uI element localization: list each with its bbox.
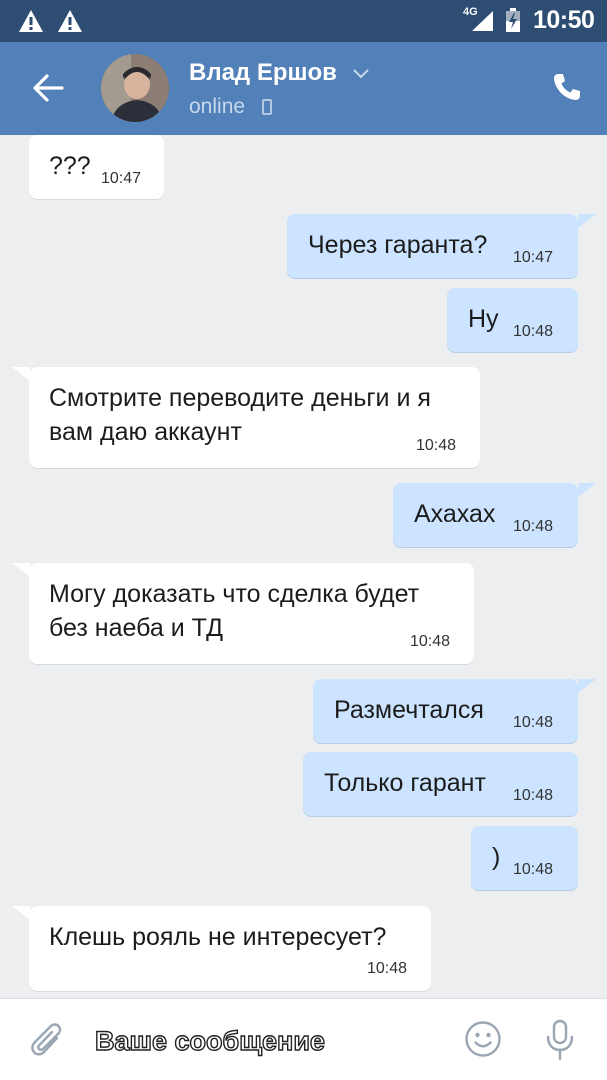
- message-incoming[interactable]: Могу доказать что сделка будет без наеба…: [29, 563, 474, 664]
- message-text: Через гаранта?: [308, 231, 488, 259]
- message-outgoing[interactable]: Ахахах 10:48: [393, 483, 578, 547]
- bubble-tail: [12, 906, 30, 920]
- message-time: 10:48: [513, 861, 554, 878]
- message-outgoing[interactable]: Через гаранта? 10:47: [287, 214, 578, 278]
- chat-header: Влад Ершов online: [0, 42, 607, 135]
- message-time: 10:48: [416, 437, 457, 454]
- status-time: 10:50: [533, 6, 595, 34]
- bubble-tail: [578, 214, 596, 228]
- message-text: Клешь рояль не интересует?: [49, 923, 387, 951]
- message-text: Смотрите переводите деньги и я вам даю а…: [49, 384, 431, 446]
- message-time: 10:48: [367, 960, 408, 977]
- contact-name[interactable]: Влад Ершов: [189, 59, 337, 87]
- back-arrow-icon[interactable]: [28, 70, 68, 106]
- phone-call-icon[interactable]: [551, 71, 583, 103]
- message-text: Только гарант: [324, 769, 486, 797]
- message-text: ): [492, 843, 501, 871]
- message-time: 10:48: [513, 787, 554, 804]
- message-incoming[interactable]: Смотрите переводите деньги и я вам даю а…: [29, 367, 480, 468]
- status-bar: 4G 10:50: [0, 0, 607, 42]
- emoji-icon[interactable]: [464, 1020, 502, 1058]
- message-outgoing[interactable]: ) 10:48: [471, 826, 578, 890]
- signal-icon: [472, 11, 493, 31]
- message-incoming[interactable]: ??? 10:47: [29, 135, 164, 199]
- message-outgoing[interactable]: Только гарант 10:48: [303, 752, 578, 816]
- bubble-tail: [578, 483, 596, 497]
- message-time: 10:48: [513, 518, 554, 535]
- online-status: online: [189, 95, 246, 118]
- message-input[interactable]: [95, 1023, 425, 1059]
- message-outgoing[interactable]: Ну 10:48: [447, 288, 578, 352]
- message-list[interactable]: ??? 10:47 Через гаранта? 10:47 Ну 10:48 …: [0, 135, 607, 998]
- message-incoming[interactable]: Клешь рояль не интересует? 10:48: [29, 906, 431, 991]
- message-time: 10:48: [410, 633, 451, 650]
- avatar[interactable]: [101, 54, 169, 122]
- message-composer: [0, 998, 607, 1080]
- mobile-device-icon: [262, 99, 272, 115]
- microphone-icon[interactable]: [543, 1019, 577, 1061]
- message-text: Могу доказать что сделка будет без наеба…: [49, 580, 420, 642]
- bubble-tail: [578, 679, 596, 693]
- message-time: 10:48: [513, 714, 554, 731]
- warning-icon: [19, 10, 43, 32]
- message-text: Ну: [468, 305, 499, 333]
- message-time: 10:48: [513, 323, 554, 340]
- message-outgoing[interactable]: Размечтался 10:48: [313, 679, 578, 743]
- warning-icon: [58, 10, 82, 32]
- paperclip-icon[interactable]: [30, 1021, 66, 1061]
- bubble-tail: [12, 563, 30, 577]
- battery-charging-icon: [506, 8, 520, 32]
- message-text: Размечтался: [334, 696, 484, 724]
- message-text: ???: [49, 152, 91, 180]
- message-text: Ахахах: [414, 500, 496, 528]
- bubble-tail: [12, 367, 30, 381]
- chevron-down-icon[interactable]: [353, 69, 369, 79]
- message-time: 10:47: [101, 170, 142, 187]
- message-time: 10:47: [513, 249, 554, 266]
